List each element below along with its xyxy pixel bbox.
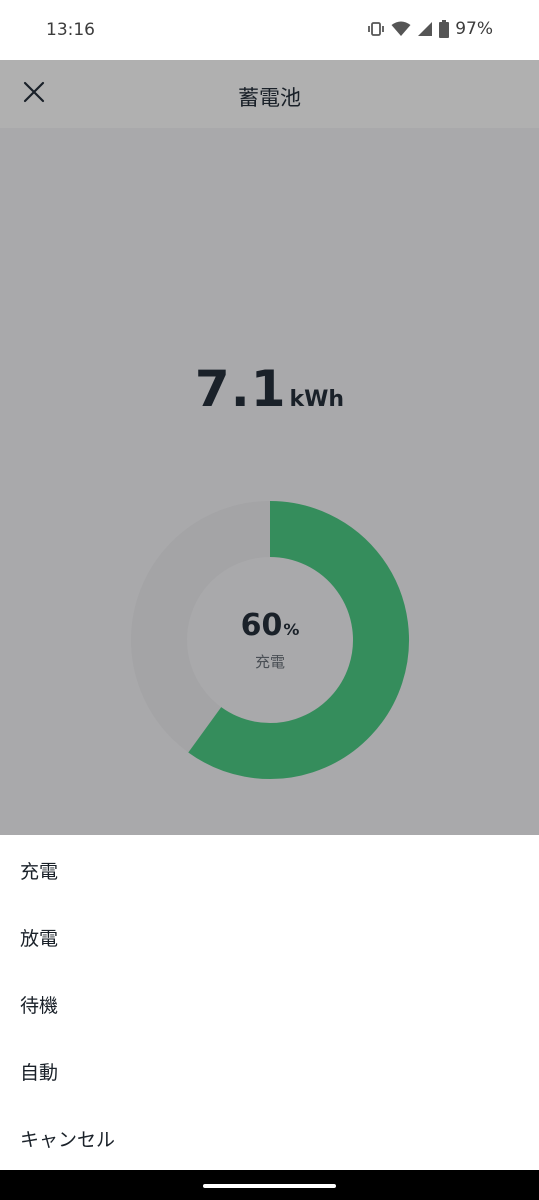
gauge-center: 60% 充電 — [130, 608, 410, 672]
battery-percentage: 97% — [455, 19, 493, 39]
energy-unit: kWh — [289, 387, 345, 412]
action-standby[interactable]: 待機 — [0, 969, 539, 1036]
action-label: 待機 — [20, 995, 59, 1017]
battery-screen: 蓄電池 7.1 kWh 60% 充電 — [0, 60, 539, 835]
action-label: キャンセル — [20, 1129, 116, 1151]
action-label: 放電 — [20, 928, 59, 950]
signal-icon — [417, 21, 433, 37]
charge-gauge: 60% 充電 — [130, 500, 410, 780]
charge-percent: 60 — [240, 608, 283, 643]
charge-percent-unit: % — [283, 620, 300, 639]
action-cancel[interactable]: キャンセル — [0, 1103, 539, 1170]
wifi-icon — [391, 21, 411, 37]
battery-icon — [439, 20, 450, 38]
action-auto[interactable]: 自動 — [0, 1036, 539, 1103]
action-sheet: 充電 放電 待機 自動 キャンセル — [0, 835, 539, 1170]
energy-readout: 7.1 kWh — [0, 360, 539, 418]
action-label: 自動 — [20, 1062, 59, 1084]
page-title: 蓄電池 — [238, 86, 301, 110]
action-charge[interactable]: 充電 — [0, 835, 539, 902]
navigation-bar — [0, 1170, 539, 1200]
vibrate-icon — [367, 21, 385, 37]
status-time: 13:16 — [46, 20, 95, 40]
status-bar: 13:16 97% — [0, 0, 539, 60]
charge-status: 充電 — [254, 653, 285, 671]
status-icons: 97% — [367, 19, 493, 39]
home-handle[interactable] — [203, 1184, 336, 1188]
energy-value: 7.1 — [194, 360, 287, 418]
header: 蓄電池 — [0, 60, 539, 128]
action-discharge[interactable]: 放電 — [0, 902, 539, 969]
action-label: 充電 — [20, 861, 59, 883]
